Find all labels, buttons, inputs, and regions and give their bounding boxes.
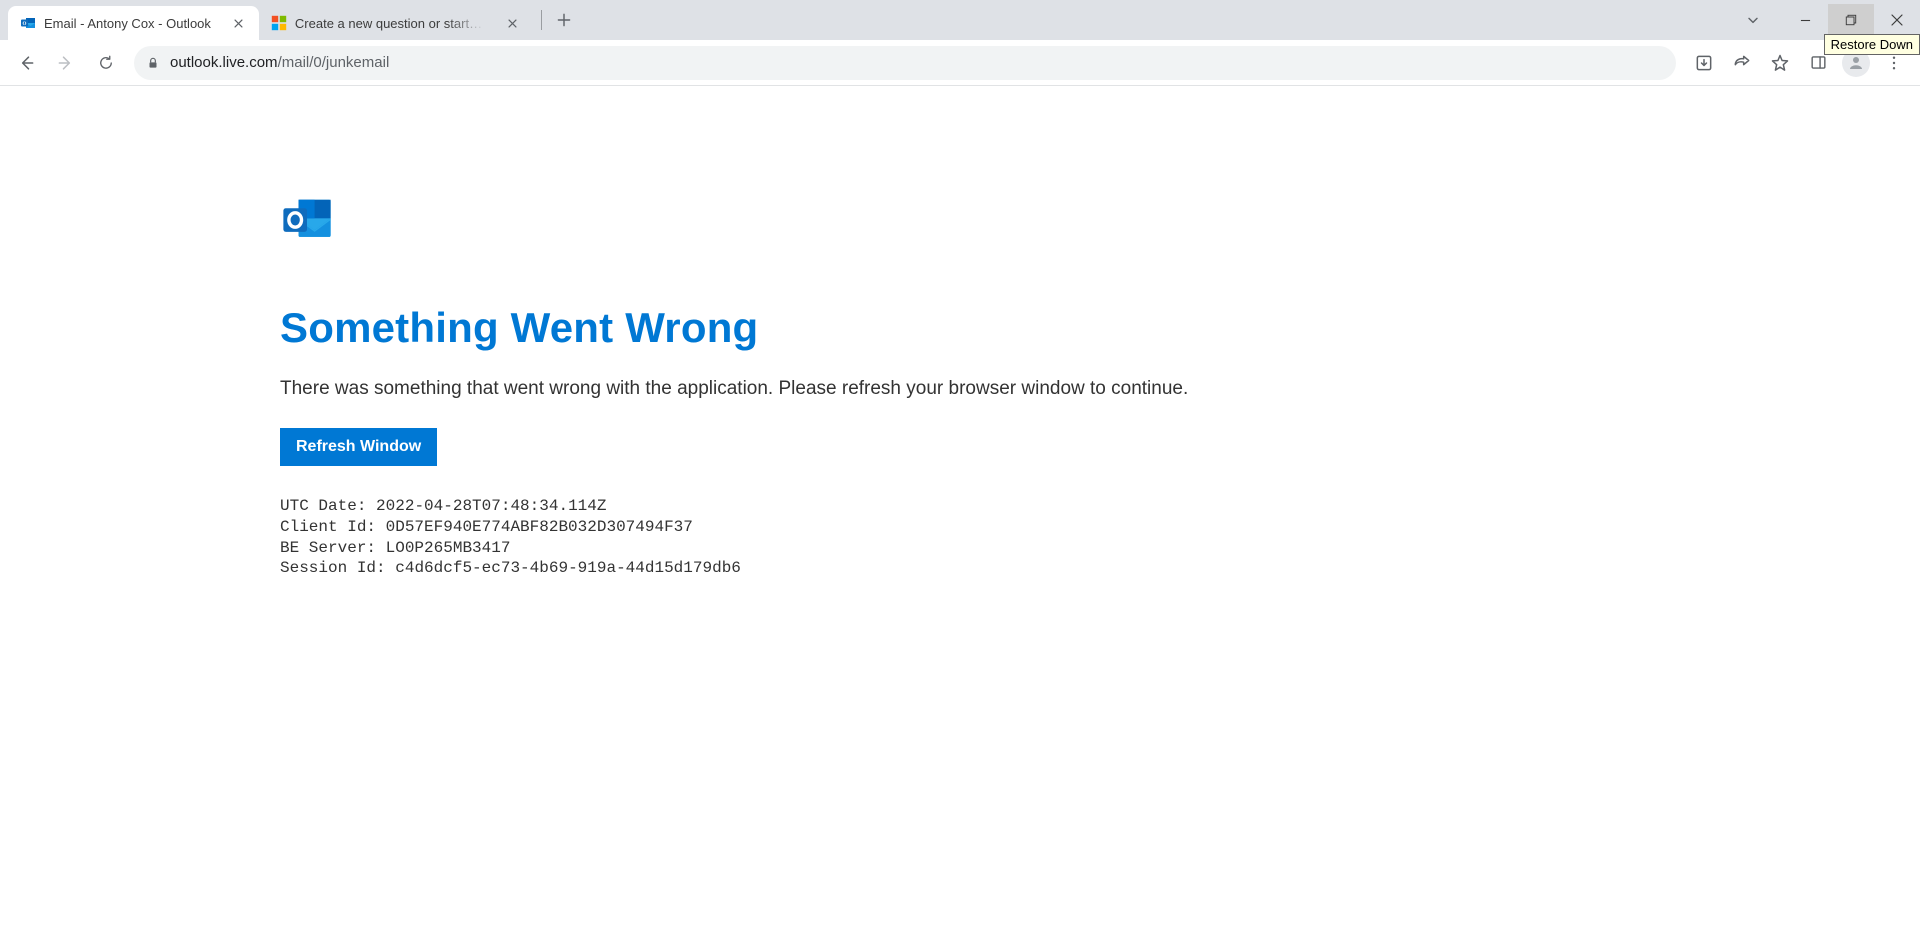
new-tab-button[interactable] [550,6,578,34]
install-app-icon[interactable] [1686,45,1722,81]
bookmark-icon[interactable] [1762,45,1798,81]
tab-title: Email - Antony Cox - Outlook [44,16,211,31]
diag-be-value: LO0P265MB3417 [386,539,511,557]
tab-microsoft[interactable]: Create a new question or start a ... [259,6,539,40]
tab-outlook[interactable]: O Email - Antony Cox - Outlook [8,6,259,40]
diag-session-label: Session Id: [280,559,386,577]
back-button[interactable] [8,45,44,81]
page-content: Something Went Wrong There was something… [0,86,1920,579]
tab-separator [541,10,542,30]
tabs: O Email - Antony Cox - Outlook Create a … [0,0,578,40]
window-controls: Restore Down [1736,0,1920,40]
diag-utc-label: UTC Date: [280,497,366,515]
refresh-window-button[interactable]: Refresh Window [280,428,437,466]
tab-title: Create a new question or start a ... [295,16,485,31]
reload-button[interactable] [88,45,124,81]
close-window-button[interactable] [1874,4,1920,36]
url-text: outlook.live.com/mail/0/junkemail [170,54,389,71]
titlebar: O Email - Antony Cox - Outlook Create a … [0,0,1920,40]
share-icon[interactable] [1724,45,1760,81]
diag-session-value: c4d6dcf5-ec73-4b69-919a-44d15d179db6 [395,559,741,577]
diag-client-label: Client Id: [280,518,376,536]
minimize-button[interactable] [1782,4,1828,36]
svg-text:O: O [23,22,27,27]
url-host: outlook.live.com [170,54,278,71]
toolbar: outlook.live.com/mail/0/junkemail [0,40,1920,86]
restore-tooltip: Restore Down [1824,34,1920,55]
outlook-favicon: O [20,15,36,31]
tab-search-button[interactable] [1736,6,1770,34]
outlook-logo [280,196,334,244]
diag-utc-value: 2022-04-28T07:48:34.114Z [376,497,606,515]
close-icon[interactable] [231,15,247,31]
diagnostics: UTC Date: 2022-04-28T07:48:34.114Z Clien… [280,496,1920,579]
address-bar[interactable]: outlook.live.com/mail/0/junkemail [134,46,1676,80]
diag-client-value: 0D57EF940E774ABF82B032D307494F37 [386,518,693,536]
microsoft-favicon [271,15,287,31]
forward-button[interactable] [48,45,84,81]
restore-button[interactable] [1828,4,1874,36]
lock-icon [146,56,160,70]
url-path: /mail/0/junkemail [278,54,390,71]
error-message: There was something that went wrong with… [280,378,1920,400]
error-heading: Something Went Wrong [280,304,1920,352]
diag-be-label: BE Server: [280,539,376,557]
close-icon[interactable] [505,15,521,31]
